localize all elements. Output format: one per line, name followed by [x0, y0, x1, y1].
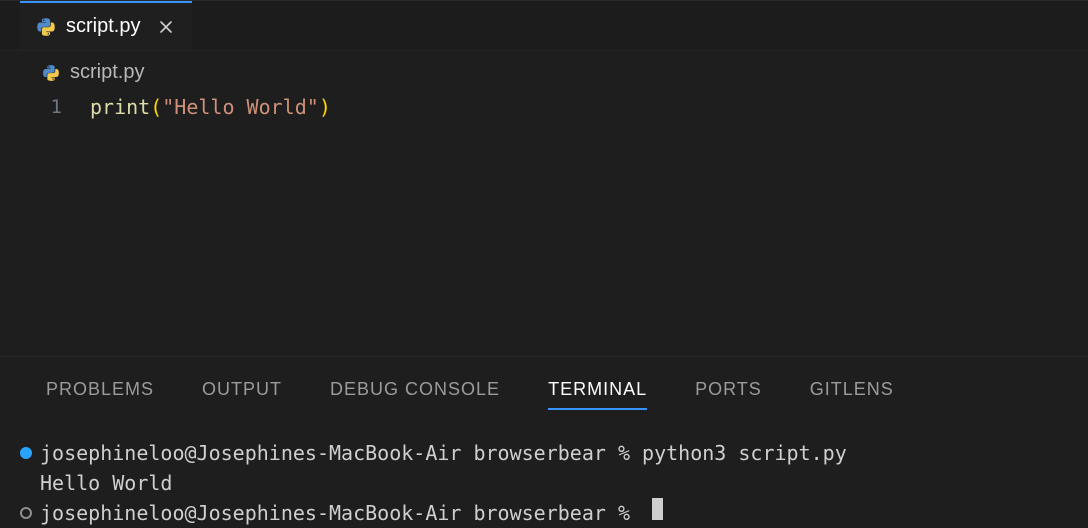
editor-empty-area[interactable]	[0, 122, 1088, 356]
tab-debug-console[interactable]: DEBUG CONSOLE	[330, 379, 500, 410]
prompt-dot-icon	[20, 507, 32, 519]
terminal-line: josephineloo@Josephines-MacBook-Air brow…	[20, 498, 1068, 528]
python-icon	[42, 64, 60, 82]
terminal-line: Hello World	[20, 468, 1068, 498]
bottom-panel: PROBLEMS OUTPUT DEBUG CONSOLE TERMINAL P…	[0, 356, 1088, 528]
breadcrumb-filename: script.py	[70, 61, 144, 84]
tab-script-py[interactable]: script.py	[20, 1, 192, 50]
token-string: "Hello World"	[162, 95, 319, 119]
terminal-line: josephineloo@Josephines-MacBook-Air brow…	[20, 438, 1068, 468]
line-number: 1	[0, 92, 62, 122]
tab-gitlens[interactable]: GITLENS	[810, 379, 894, 410]
panel-tab-bar: PROBLEMS OUTPUT DEBUG CONSOLE TERMINAL P…	[0, 379, 1088, 420]
line-number-gutter: 1	[0, 92, 90, 122]
code-editor[interactable]: 1 print("Hello World")	[0, 88, 1088, 122]
token-function: print	[90, 95, 150, 119]
tab-bar: script.py	[0, 1, 1088, 51]
tab-terminal[interactable]: TERMINAL	[548, 379, 647, 410]
code-line-1[interactable]: print("Hello World")	[90, 92, 331, 122]
terminal-view[interactable]: josephineloo@Josephines-MacBook-Air brow…	[0, 420, 1088, 528]
breadcrumb: script.py	[0, 51, 1088, 88]
tab-ports[interactable]: PORTS	[695, 379, 762, 410]
terminal-cursor	[652, 498, 663, 520]
tab-problems[interactable]: PROBLEMS	[46, 379, 154, 410]
terminal-text: josephineloo@Josephines-MacBook-Air brow…	[40, 498, 642, 528]
python-icon	[36, 17, 56, 37]
tab-output[interactable]: OUTPUT	[202, 379, 282, 410]
token-paren-close: )	[319, 95, 331, 119]
terminal-text: Hello World	[40, 468, 172, 498]
terminal-text: josephineloo@Josephines-MacBook-Air brow…	[40, 438, 847, 468]
token-paren-open: (	[150, 95, 162, 119]
prompt-dot-icon	[20, 447, 32, 459]
close-icon[interactable]	[158, 19, 174, 35]
editor-window: script.py script.py 1 print("Hello World…	[0, 0, 1088, 528]
tab-filename: script.py	[66, 15, 140, 38]
